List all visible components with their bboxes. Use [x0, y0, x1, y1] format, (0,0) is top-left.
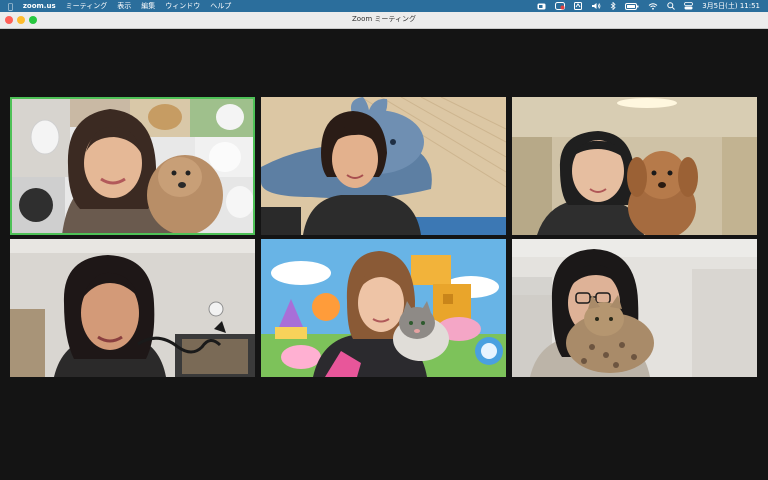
menu-view[interactable]: 表示 [117, 1, 131, 11]
menu-window[interactable]: ウィンドウ [165, 1, 200, 11]
control-center-icon[interactable] [684, 2, 694, 10]
participant-video-tile-5[interactable] [261, 239, 506, 377]
keyboard-input-icon[interactable] [574, 2, 583, 10]
battery-icon[interactable] [625, 2, 639, 10]
menubar-left:  zoom.us ミーティング 表示 編集 ウィンドウ ヘルプ [0, 1, 231, 11]
video-feed [512, 239, 757, 377]
video-feed [261, 239, 506, 377]
participant-video-tile-4[interactable] [10, 239, 255, 377]
participant-video-tile-3[interactable] [512, 97, 757, 235]
participant-video-tile-2[interactable] [261, 97, 506, 235]
zoom-status-icon[interactable] [537, 3, 546, 10]
menu-help[interactable]: ヘルプ [210, 1, 231, 11]
window-title: Zoom ミーティング [352, 15, 416, 23]
macos-menubar:  zoom.us ミーティング 表示 編集 ウィンドウ ヘルプ 3月5日(土)… [0, 0, 768, 12]
volume-icon[interactable] [591, 2, 601, 10]
video-feed [261, 97, 506, 235]
apple-menu-icon[interactable]:  [8, 2, 13, 11]
window-titlebar[interactable]: Zoom ミーティング [0, 12, 768, 29]
video-feed [10, 239, 255, 377]
gallery-view-grid [10, 97, 758, 377]
app-menu[interactable]: zoom.us [23, 2, 56, 10]
menu-edit[interactable]: 編集 [141, 1, 155, 11]
bluetooth-icon[interactable] [610, 2, 616, 10]
video-feed [512, 97, 757, 235]
participant-video-tile-1[interactable] [10, 97, 255, 235]
menu-meeting[interactable]: ミーティング [66, 1, 108, 11]
video-feed [10, 97, 255, 235]
spotlight-search-icon[interactable] [667, 2, 676, 10]
participant-video-tile-6[interactable] [512, 239, 757, 377]
menubar-status-area: 3月5日(土) 11:51 [537, 1, 768, 11]
wifi-icon[interactable] [648, 2, 658, 10]
recording-status-icon[interactable] [555, 2, 566, 10]
menubar-clock[interactable]: 3月5日(土) 11:51 [702, 1, 760, 11]
